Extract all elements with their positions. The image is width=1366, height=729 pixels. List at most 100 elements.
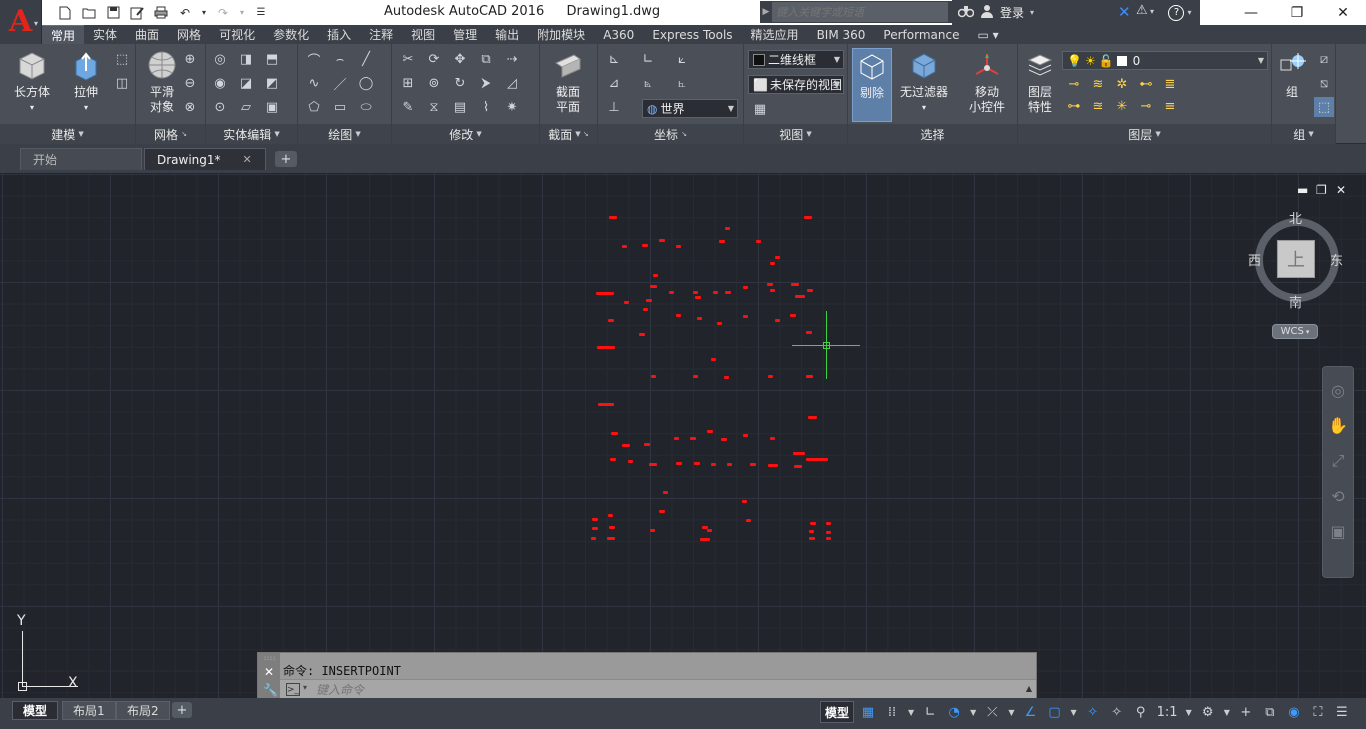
close-button[interactable]: ✕: [1320, 0, 1366, 25]
point-mark[interactable]: [607, 537, 615, 540]
point-mark[interactable]: [743, 315, 748, 318]
layer-match-icon[interactable]: ≣: [1160, 74, 1180, 94]
mesh-smooth-more-icon[interactable]: ⊕: [180, 49, 200, 69]
ungroup-icon[interactable]: ⧄: [1314, 49, 1334, 69]
command-history-toggle-icon[interactable]: ▲: [1026, 684, 1032, 693]
point-mark[interactable]: [591, 537, 596, 540]
help-dropdown-icon[interactable]: ▾: [1187, 8, 1191, 17]
restore-button[interactable]: ❐: [1274, 0, 1320, 25]
panel-title-coordinates[interactable]: 坐标 ↘: [598, 124, 743, 144]
minimize-button[interactable]: —: [1228, 0, 1274, 25]
ortho-icon[interactable]: ∟: [920, 701, 940, 723]
annotation-scale-icon[interactable]: ⚲: [1131, 701, 1151, 723]
point-mark[interactable]: [609, 216, 617, 219]
polygon-icon[interactable]: ⬠: [304, 97, 324, 117]
point-mark[interactable]: [622, 444, 630, 447]
object-snap-dropdown-icon[interactable]: ▼: [1068, 701, 1078, 723]
isodraft-dropdown-icon[interactable]: ▼: [1006, 701, 1016, 723]
ribbon-tab-annotate[interactable]: 注释: [360, 25, 402, 44]
box-button[interactable]: 长方体 ▾: [8, 48, 56, 122]
ribbon-tab-solid[interactable]: 实体: [84, 25, 126, 44]
workspace-gear-icon[interactable]: ⚙: [1198, 701, 1218, 723]
layer-walk-icon[interactable]: ≡: [1160, 96, 1180, 116]
point-mark[interactable]: [770, 262, 775, 265]
ribbon-tab-visualize[interactable]: 可视化: [210, 25, 264, 44]
command-prompt-icon[interactable]: >_: [286, 683, 300, 696]
ribbon-tab-bim360[interactable]: BIM 360: [808, 25, 875, 44]
viewport-restore-icon[interactable]: ❐: [1316, 183, 1327, 197]
panel-title-mesh[interactable]: 网格 ↘: [136, 124, 205, 144]
wcs-menu-button[interactable]: WCS ▾: [1272, 324, 1318, 339]
panel-title-section[interactable]: 截面 ▼ ↘: [540, 124, 597, 144]
point-mark[interactable]: [694, 462, 700, 465]
login-dropdown-icon[interactable]: ▾: [1030, 8, 1034, 17]
point-mark[interactable]: [806, 331, 812, 334]
viewcube[interactable]: 上 北 南 东 西: [1248, 208, 1343, 330]
a360-dropdown-icon[interactable]: ▾: [1150, 7, 1154, 16]
ribbon-tab-performance[interactable]: Performance: [874, 25, 968, 44]
point-mark[interactable]: [650, 285, 657, 288]
presspull-icon[interactable]: ⬚: [112, 49, 132, 69]
user-icon[interactable]: [980, 4, 994, 22]
line-icon[interactable]: ╱: [356, 49, 376, 69]
point-mark[interactable]: [649, 463, 657, 466]
move-icon[interactable]: ✥: [450, 49, 470, 69]
search-expand-icon[interactable]: ▶: [760, 7, 772, 17]
a360-icon[interactable]: ⚠: [1136, 3, 1148, 18]
point-mark[interactable]: [610, 458, 616, 461]
ribbon-tab-parametric[interactable]: 参数化: [264, 25, 318, 44]
ribbon-tab-featured-apps[interactable]: 精选应用: [742, 25, 808, 44]
point-mark[interactable]: [725, 227, 730, 230]
viewport-config-icon[interactable]: ▦: [750, 99, 770, 119]
recent-commands-caret-icon[interactable]: ▾: [303, 683, 307, 692]
line2-icon[interactable]: ／: [330, 73, 350, 93]
model-space-button[interactable]: 模型: [820, 701, 855, 723]
ribbon-tab-express-tools[interactable]: Express Tools: [643, 25, 741, 44]
point-mark[interactable]: [721, 438, 727, 441]
layout-tab-layout2[interactable]: 布局2: [116, 701, 170, 720]
ribbon-tab-view[interactable]: 视图: [402, 25, 444, 44]
exchange-apps-icon[interactable]: ✕: [1118, 3, 1131, 21]
point-mark[interactable]: [695, 296, 701, 299]
redo-icon[interactable]: ↷: [214, 4, 232, 22]
customize-qat-icon[interactable]: ☰: [252, 4, 270, 22]
point-mark[interactable]: [725, 291, 731, 294]
point-mark[interactable]: [639, 333, 645, 336]
ucs-named-icon[interactable]: ⊥: [604, 97, 624, 117]
point-mark[interactable]: [628, 460, 633, 463]
save-as-icon[interactable]: [128, 4, 146, 22]
circle-icon[interactable]: ◯: [356, 73, 376, 93]
mirror-icon[interactable]: ⧖: [424, 97, 444, 117]
compass-north[interactable]: 北: [1289, 208, 1302, 227]
point-mark[interactable]: [826, 531, 831, 534]
object-snap-icon[interactable]: ▢: [1044, 701, 1064, 723]
layer-isolate-icon[interactable]: ≋: [1088, 74, 1108, 94]
no-filter-button[interactable]: 无过滤器 ▾: [898, 48, 950, 122]
point-mark[interactable]: [808, 416, 817, 419]
point-mark[interactable]: [624, 301, 629, 304]
point-mark[interactable]: [674, 437, 679, 440]
layer-thaw-icon[interactable]: ✳: [1112, 96, 1132, 116]
units-icon[interactable]: ⧉: [1260, 701, 1280, 723]
panel-title-selection[interactable]: 选择: [848, 124, 1017, 144]
point-mark[interactable]: [795, 295, 805, 298]
snap-dropdown-icon[interactable]: ▼: [906, 701, 916, 723]
point-mark[interactable]: [768, 375, 773, 378]
point-mark[interactable]: [768, 464, 778, 467]
extrude-faces-icon[interactable]: ⬒: [262, 49, 282, 69]
point-mark[interactable]: [775, 319, 780, 322]
zoom-extents-icon[interactable]: ⤢: [1332, 451, 1345, 471]
point-mark[interactable]: [711, 358, 716, 361]
separate-icon[interactable]: ◩: [262, 73, 282, 93]
point-mark[interactable]: [746, 519, 751, 522]
array-icon[interactable]: ⊞: [398, 73, 418, 93]
point-mark[interactable]: [719, 240, 725, 243]
layer-unisolate-icon[interactable]: ≊: [1088, 96, 1108, 116]
point-mark[interactable]: [622, 245, 627, 248]
point-mark[interactable]: [775, 256, 780, 259]
point-mark[interactable]: [711, 463, 716, 466]
point-mark[interactable]: [826, 522, 831, 525]
copy-icon[interactable]: ⧉: [476, 49, 496, 69]
polar-dropdown-icon[interactable]: ▼: [968, 701, 978, 723]
orbit-icon[interactable]: ⟲: [1331, 487, 1344, 506]
